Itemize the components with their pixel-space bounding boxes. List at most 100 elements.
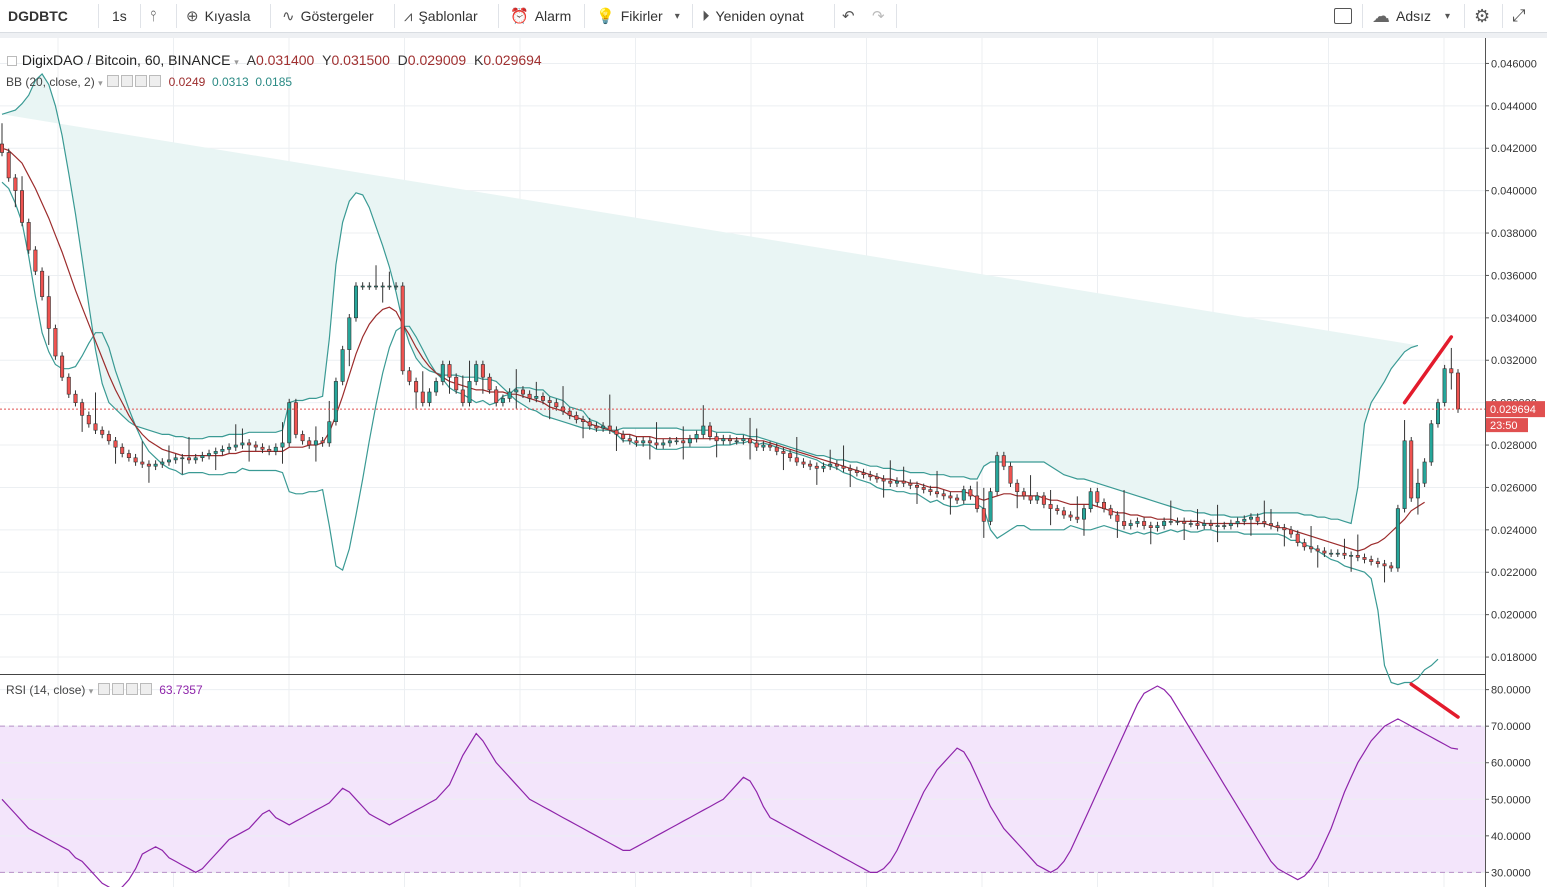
candle-down <box>113 440 118 448</box>
candle-down <box>140 461 145 465</box>
interval-button[interactable]: 1s <box>112 0 127 32</box>
layout-button[interactable]: ☁ Adsız ▾ <box>1372 0 1456 32</box>
close-icon[interactable] <box>148 75 161 87</box>
candlestick-icon: ⫯ <box>150 7 157 25</box>
toolbar-separator <box>584 4 585 28</box>
chart-area[interactable]: 0.046000 0.044000 0.042000 0.040000 0.038000… <box>0 38 1547 887</box>
price-tick-label: 0.032000 <box>1491 355 1537 367</box>
candle-down <box>100 429 105 435</box>
candle-up <box>233 444 238 448</box>
candle-up <box>180 457 185 460</box>
candle-down <box>554 402 559 408</box>
candle-down <box>1255 516 1260 522</box>
candle-down <box>848 468 853 471</box>
candle-down <box>814 465 819 469</box>
candle-down <box>1108 508 1113 516</box>
rsi-legend: RSI (14, close) ▾ 63.7357 <box>6 683 203 697</box>
low-label: D <box>397 52 408 68</box>
square-icon <box>1334 8 1352 24</box>
candle-down <box>914 484 919 488</box>
candle-down <box>1282 527 1287 531</box>
redo-button[interactable]: ↷ <box>872 0 891 32</box>
candle-up <box>347 317 352 350</box>
collapse-icon[interactable] <box>7 56 17 66</box>
candle-up <box>1202 523 1207 526</box>
candle-down <box>908 482 913 486</box>
candle-down <box>1015 482 1020 493</box>
plus-icon[interactable] <box>125 683 138 695</box>
replay-button[interactable]: ⏵ Yeniden oynat <box>702 0 804 32</box>
candle-up <box>514 389 519 393</box>
candle-down <box>581 419 586 423</box>
candle-up <box>641 440 646 444</box>
fullscreen-box-button[interactable] <box>1334 0 1352 32</box>
candle-down <box>1008 465 1013 484</box>
undo-button[interactable]: ↶ <box>842 0 861 32</box>
candle-up <box>440 364 445 382</box>
candle-down <box>1262 521 1267 524</box>
close-icon[interactable] <box>139 683 152 695</box>
candle-up <box>467 381 472 403</box>
alarm-clock-icon: ⏰ <box>510 8 529 25</box>
candle-down <box>1001 455 1006 467</box>
rsi-tick-label: 40.0000 <box>1491 831 1531 843</box>
settings-icon[interactable] <box>120 75 133 87</box>
candle-up <box>1128 523 1133 526</box>
candle-down <box>1208 523 1213 526</box>
chevron-down-icon[interactable]: ▾ <box>234 57 239 67</box>
symbol-search[interactable]: DGDBTC <box>8 0 68 32</box>
candle-down <box>494 389 499 403</box>
compare-label: Kıyasla <box>204 8 251 24</box>
settings-button[interactable]: ⚙ <box>1474 0 1496 32</box>
toolbar-separator <box>834 4 835 28</box>
candle-up <box>1436 402 1441 425</box>
candle-down <box>747 438 752 444</box>
candle-down <box>1115 514 1120 522</box>
candle-down <box>60 355 65 378</box>
cloud-icon: ☁ <box>1372 5 1390 26</box>
indicators-button[interactable]: ∿ Göstergeler <box>282 0 374 32</box>
candle-up <box>894 480 899 484</box>
settings-icon[interactable] <box>111 683 124 695</box>
candle-down <box>527 393 532 399</box>
chart-style-button[interactable]: ⫯ <box>150 0 163 32</box>
layout-name-label: Adsız <box>1396 8 1432 24</box>
candle-up <box>694 434 699 439</box>
candle-up <box>1235 521 1240 524</box>
candle-down <box>714 436 719 442</box>
candle-down <box>540 395 545 401</box>
candle-up <box>200 455 205 459</box>
chevron-down-icon[interactable]: ▾ <box>89 686 94 696</box>
candle-up <box>1175 521 1180 523</box>
candle-down <box>487 376 492 391</box>
candle-down <box>1409 440 1414 499</box>
fullscreen-button[interactable]: ⤢ <box>1512 0 1532 32</box>
candle-up <box>821 465 826 469</box>
candle-up <box>687 438 692 444</box>
candle-down <box>1122 521 1127 526</box>
undo-icon: ↶ <box>842 8 855 25</box>
candle-down <box>921 487 926 490</box>
rsi-tick-label: 30.0000 <box>1491 867 1531 879</box>
candle-down <box>86 415 91 425</box>
candle-down <box>187 457 192 461</box>
ideas-button[interactable]: 💡 Fikirler ▾ <box>596 0 686 32</box>
candle-up <box>1135 521 1140 524</box>
indicators-label: Göstergeler <box>300 8 374 24</box>
chevron-down-icon[interactable]: ▾ <box>98 78 103 88</box>
eye-icon[interactable] <box>97 683 110 695</box>
rsi-tick-label: 70.0000 <box>1491 721 1531 733</box>
toolbar-separator <box>140 4 141 28</box>
templates-button[interactable]: ⩘ Şablonlar <box>404 0 478 32</box>
price-tick-label: 0.042000 <box>1491 143 1537 155</box>
compare-button[interactable]: ⊕ Kıyasla <box>186 0 251 32</box>
candle-down <box>447 364 452 378</box>
candle-up <box>220 448 225 452</box>
candle-up <box>273 446 278 452</box>
price-axis[interactable]: 0.046000 0.044000 0.042000 0.040000 0.038000… <box>1485 38 1547 887</box>
eye-icon[interactable] <box>106 75 119 87</box>
candle-up <box>1249 516 1254 520</box>
plus-icon[interactable] <box>134 75 147 87</box>
alarm-button[interactable]: ⏰ Alarm <box>510 0 571 32</box>
price-tick-label: 0.044000 <box>1491 101 1537 113</box>
